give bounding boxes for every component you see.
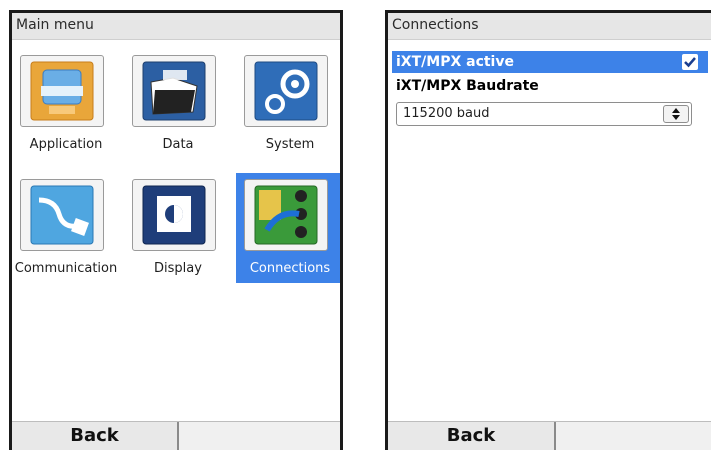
connections-screen: Connections iXT/MPX active iXT/MPX Baudr…	[385, 10, 711, 450]
screen-title: Main menu	[16, 17, 94, 33]
tile-label: System	[265, 137, 315, 152]
application-icon	[20, 55, 104, 127]
checkbox-checked[interactable]	[682, 54, 698, 70]
main-menu-screen: Main menu Application Data System Commun…	[9, 10, 343, 450]
right-softkey[interactable]	[177, 422, 340, 450]
up-down-chevron-icon[interactable]	[663, 105, 689, 123]
communication-cable-icon	[20, 179, 104, 251]
tile-data[interactable]: Data	[124, 49, 232, 159]
screen-title: Connections	[392, 17, 479, 33]
tile-label: Communication	[14, 261, 118, 276]
row-label: iXT/MPX active	[396, 54, 514, 70]
right-softkey[interactable]	[554, 422, 711, 450]
softkey-bar: Back	[12, 421, 340, 450]
title-bar: Main menu	[12, 13, 340, 40]
back-button[interactable]: Back	[388, 422, 554, 450]
data-folder-icon	[132, 55, 216, 127]
check-icon	[684, 57, 696, 68]
back-button[interactable]: Back	[12, 422, 177, 450]
tile-label: Application	[29, 137, 103, 152]
ixt-mpx-active-row[interactable]: iXT/MPX active	[392, 51, 708, 73]
tile-connections[interactable]: Connections	[236, 173, 340, 283]
tile-label: Display	[154, 261, 202, 276]
tile-label: Data	[162, 137, 194, 152]
tile-label: Connections	[249, 261, 331, 276]
title-bar: Connections	[388, 13, 711, 40]
tile-system[interactable]: System	[236, 49, 340, 159]
select-value: 115200 baud	[403, 106, 490, 121]
tile-display[interactable]: Display	[124, 173, 232, 283]
baudrate-select[interactable]: 115200 baud	[396, 102, 692, 126]
connections-icon	[244, 179, 328, 251]
tile-communication[interactable]: Communication	[12, 173, 120, 283]
tile-application[interactable]: Application	[12, 49, 120, 159]
softkey-bar: Back	[388, 421, 711, 450]
system-gear-icon	[244, 55, 328, 127]
display-brightness-icon	[132, 179, 216, 251]
ixt-mpx-baudrate-label: iXT/MPX Baudrate	[392, 75, 708, 97]
row-label: iXT/MPX Baudrate	[396, 78, 539, 94]
